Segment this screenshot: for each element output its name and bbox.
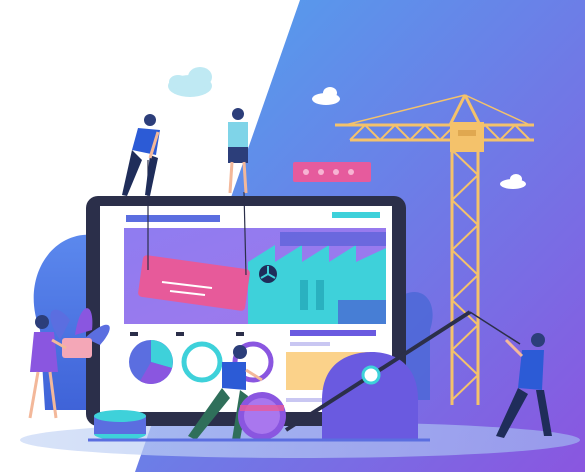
illustration-canvas (0, 0, 585, 472)
pie-chart-icon (129, 340, 173, 384)
crane-cabin (450, 122, 484, 152)
dots-sign (293, 162, 371, 182)
database-icon (94, 410, 146, 440)
construction-illustration (0, 0, 585, 472)
disk-graphic (238, 392, 286, 440)
gear-icon (259, 265, 277, 283)
